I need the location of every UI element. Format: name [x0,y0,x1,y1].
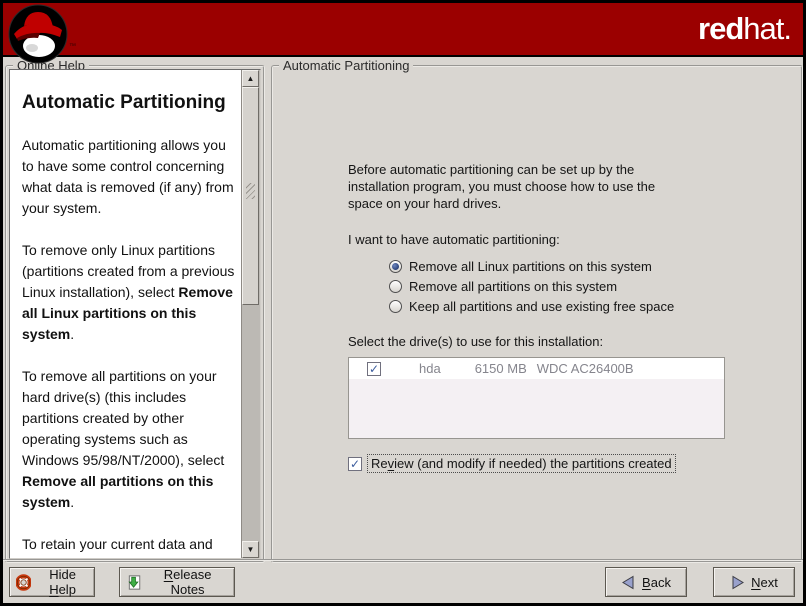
scroll-up-icon: ▲ [247,74,255,83]
scrollbar-thumb[interactable] [242,87,259,305]
drive-table[interactable]: ✓ hda 6150 MB WDC AC26400B [348,357,725,439]
review-checkbox[interactable]: ✓ [348,457,362,471]
radio-group: Remove all Linux partitions on this syst… [389,256,674,316]
main-frame-label: Automatic Partitioning [279,58,413,73]
review-checkbox-label[interactable]: Review (and modify if needed) the partit… [367,454,676,473]
release-notes-label: Release Notes [147,567,228,597]
hide-help-button[interactable]: Hide Help [9,567,95,597]
drive-checkbox[interactable]: ✓ [367,362,381,376]
radio-unselected-icon[interactable] [389,300,402,313]
radio-option-label[interactable]: Remove all Linux partitions on this syst… [409,259,652,274]
radio-unselected-icon[interactable] [389,280,402,293]
scrollbar-grip [246,183,255,199]
review-checkbox-row[interactable]: ✓ Review (and modify if needed) the part… [348,454,676,473]
drive-size: 6150 MB [475,361,527,376]
help-paragraphs: Automatic partitioning allows you to hav… [22,135,236,555]
drive-device: hda [419,361,441,376]
help-content: Automatic Partitioning Automatic partiti… [10,70,242,558]
help-paragraph: To remove all partitions on your hard dr… [22,366,236,513]
help-scrollbar[interactable]: ▲ ▼ [241,70,260,558]
release-notes-icon [126,574,141,591]
scroll-up-button[interactable]: ▲ [242,70,259,87]
hide-help-label: Hide Help [37,567,88,597]
radio-option-label[interactable]: Remove all partitions on this system [409,279,617,294]
next-label: Next [751,575,778,590]
radio-option[interactable]: Keep all partitions and use existing fre… [389,296,674,316]
radio-option[interactable]: Remove all Linux partitions on this syst… [389,256,674,276]
back-button[interactable]: Back [605,567,687,597]
installer-window: ™ redhat. Online Help Automatic Partitio… [3,3,803,603]
header-bar: ™ redhat. [3,3,803,57]
back-arrow-icon [621,575,636,590]
redhat-wordmark: redhat. [698,11,791,47]
drive-model: WDC AC26400B [537,361,634,376]
scroll-down-button[interactable]: ▼ [242,541,259,558]
online-help-frame: Online Help Automatic Partitioning Autom… [5,65,265,563]
radio-selected-icon[interactable] [389,260,402,273]
logo-trademark: ™ [69,43,76,50]
radio-option-label[interactable]: Keep all partitions and use existing fre… [409,299,674,314]
back-label: Back [642,575,671,590]
redhat-shadowman-logo-icon [8,4,68,64]
scroll-down-icon: ▼ [247,545,255,554]
release-notes-button[interactable]: Release Notes [119,567,235,597]
automatic-partitioning-frame: Automatic Partitioning Before automatic … [271,65,803,563]
radio-option[interactable]: Remove all partitions on this system [389,276,674,296]
help-text-box: Automatic Partitioning Automatic partiti… [9,69,261,559]
next-arrow-icon [730,575,745,590]
help-paragraph: To retain your current data and [22,534,236,555]
drive-row[interactable]: ✓ hda 6150 MB WDC AC26400B [349,358,724,379]
footer-bar: Hide Help Release Notes Back Next [3,559,803,603]
help-paragraph: To remove only Linux partitions (partiti… [22,240,236,345]
help-title: Automatic Partitioning [22,92,236,114]
help-paragraph: Automatic partitioning allows you to hav… [22,135,236,219]
life-preserver-icon [16,574,31,591]
intro-paragraph: Before automatic partitioning can be set… [348,161,666,212]
drives-label: Select the drive(s) to use for this inst… [348,333,603,350]
next-button[interactable]: Next [713,567,795,597]
question-label: I want to have automatic partitioning: [348,231,560,248]
